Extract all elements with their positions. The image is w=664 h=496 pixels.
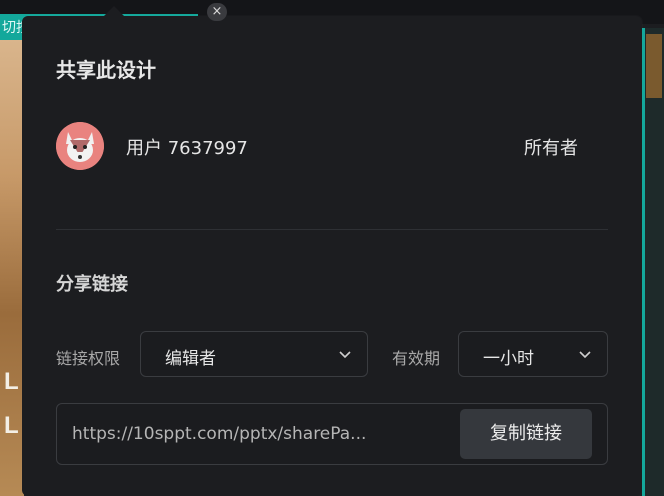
background-letter: L: [4, 368, 19, 395]
dialog-title: 共享此设计: [56, 58, 156, 82]
share-link-field[interactable]: https://10sppt.com/pptx/sharePa... 复制链接: [56, 403, 608, 465]
chevron-down-icon: [579, 351, 591, 359]
background-thumbnail: [646, 34, 662, 98]
chevron-down-icon: [339, 351, 351, 359]
user-name: 用户 7637997: [126, 138, 248, 159]
background-canvas-right: [642, 28, 664, 496]
validity-select[interactable]: 一小时: [458, 331, 608, 377]
divider: [56, 229, 608, 230]
validity-label: 有效期: [392, 349, 441, 368]
background-canvas-left: L L: [0, 40, 24, 496]
permission-value: 编辑者: [165, 349, 216, 369]
validity-value: 一小时: [483, 349, 534, 369]
permission-label: 链接权限: [56, 349, 121, 368]
permission-select[interactable]: 编辑者: [140, 331, 368, 377]
selection-border: [642, 28, 645, 496]
share-link-heading: 分享链接: [56, 274, 128, 295]
background-letter: L: [4, 412, 19, 439]
copy-link-button[interactable]: 复制链接: [460, 409, 592, 459]
fox-avatar-icon: [56, 122, 104, 170]
user-role: 所有者: [524, 138, 578, 159]
close-icon[interactable]: ×: [207, 3, 227, 21]
share-link-url[interactable]: https://10sppt.com/pptx/sharePa...: [72, 424, 366, 444]
popover-arrow: [104, 6, 124, 16]
share-dialog: 共享此设计 用户 7637997 所有者 分享链接 链接权限 编辑者 有效期 一…: [22, 16, 642, 496]
